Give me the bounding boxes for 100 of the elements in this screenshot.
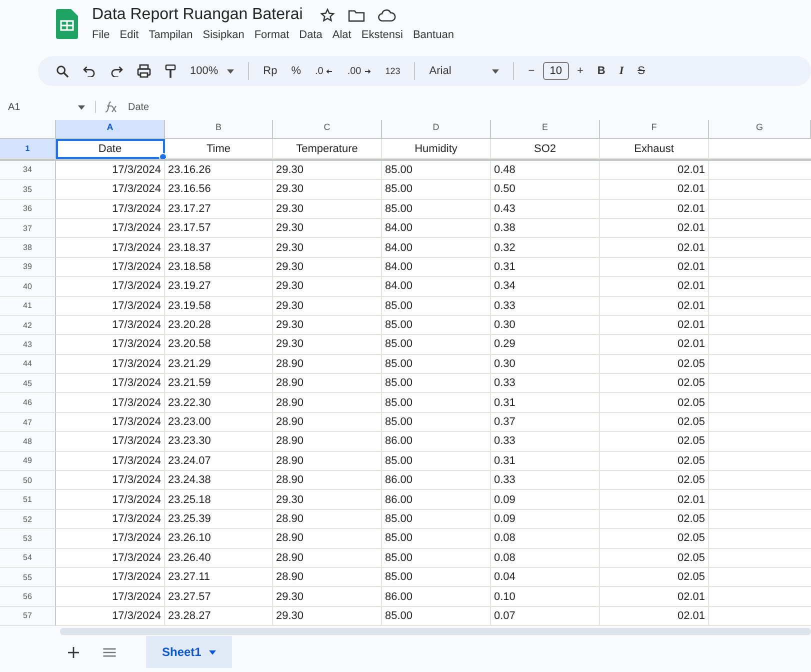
- table-cell[interactable]: SO2: [491, 139, 600, 159]
- table-cell: 02.01: [600, 277, 709, 297]
- row-header[interactable]: 53: [0, 529, 56, 549]
- italic-button[interactable]: I: [619, 65, 624, 77]
- row-header[interactable]: 55: [0, 568, 56, 588]
- spreadsheet-logo-icon[interactable]: [56, 9, 78, 39]
- table-cell: 28.90: [273, 354, 382, 374]
- sheet-tab[interactable]: Sheet1: [146, 636, 232, 668]
- row-header[interactable]: 37: [0, 218, 56, 238]
- column-header[interactable]: A: [56, 120, 165, 140]
- table-cell: 29.30: [273, 296, 382, 316]
- column-header[interactable]: D: [382, 120, 491, 140]
- table-cell: 0.32: [491, 238, 600, 258]
- decrease-decimal-button[interactable]: .0: [314, 66, 334, 76]
- table-cell: 23.17.27: [165, 200, 273, 219]
- table-cell: 84.00: [382, 218, 491, 238]
- search-icon[interactable]: [56, 64, 69, 78]
- menu-item[interactable]: Alat: [332, 29, 352, 41]
- menu-item[interactable]: Tampilan: [148, 29, 193, 41]
- caret-icon[interactable]: [78, 104, 85, 110]
- redo-icon[interactable]: [110, 66, 123, 76]
- table-cell: 85.00: [382, 606, 491, 626]
- increase-decimal-button[interactable]: .00: [347, 66, 372, 76]
- menu-item[interactable]: Sisipkan: [202, 29, 244, 41]
- row-header[interactable]: 46: [0, 393, 56, 413]
- table-cell[interactable]: Humidity: [382, 139, 491, 159]
- formula-field[interactable]: Date: [128, 102, 150, 112]
- table-cell[interactable]: Date: [56, 139, 165, 159]
- row-header[interactable]: 54: [0, 548, 56, 568]
- paint-format-icon[interactable]: [165, 64, 176, 78]
- row-header[interactable]: 38: [0, 238, 56, 258]
- row-header[interactable]: 44: [0, 354, 56, 374]
- column-header[interactable]: E: [491, 120, 600, 140]
- table-cell: 23.17.57: [165, 218, 273, 238]
- star-icon[interactable]: [320, 8, 335, 22]
- table-cell[interactable]: Exhaust: [600, 139, 709, 159]
- table-cell: 02.05: [600, 529, 709, 549]
- row-header[interactable]: 45: [0, 374, 56, 394]
- name-box[interactable]: A1: [8, 102, 78, 112]
- column-header[interactable]: F: [600, 120, 709, 140]
- currency-format-button[interactable]: Rp: [263, 65, 278, 77]
- row-header[interactable]: 36: [0, 200, 56, 219]
- table-cell: 0.50: [491, 180, 600, 200]
- increase-font-size-button[interactable]: +: [576, 65, 584, 77]
- row-header[interactable]: 56: [0, 587, 56, 607]
- row-header[interactable]: 1: [0, 139, 56, 159]
- decrease-font-size-button[interactable]: −: [528, 65, 535, 77]
- number-format-button[interactable]: 123: [385, 66, 400, 76]
- column-header[interactable]: B: [165, 120, 273, 140]
- row-header[interactable]: 34: [0, 160, 56, 180]
- row-header[interactable]: 42: [0, 316, 56, 336]
- table-cell: 02.05: [600, 354, 709, 374]
- menu-item[interactable]: Edit: [120, 29, 139, 41]
- row-header[interactable]: 52: [0, 510, 56, 530]
- table-cell: 02.05: [600, 393, 709, 413]
- font-dropdown[interactable]: Arial: [429, 65, 500, 77]
- table-cell: 0.29: [491, 335, 600, 355]
- undo-icon[interactable]: [83, 66, 96, 76]
- table-cell[interactable]: Temperature: [273, 139, 382, 159]
- menu-item[interactable]: Format: [254, 29, 290, 41]
- table-cell: 29.30: [273, 200, 382, 219]
- menu-item[interactable]: Bantuan: [412, 29, 454, 41]
- table-cell: 86.00: [382, 432, 491, 452]
- row-header[interactable]: 49: [0, 452, 56, 472]
- table-cell: 0.31: [491, 452, 600, 472]
- bold-button[interactable]: B: [597, 65, 606, 77]
- table-cell: 0.34: [491, 277, 600, 297]
- row-header[interactable]: 50: [0, 471, 56, 490]
- table-cell: 02.05: [600, 452, 709, 472]
- table-cell[interactable]: Time: [165, 139, 273, 159]
- table-cell: 0.30: [491, 316, 600, 336]
- table-cell: 02.01: [600, 587, 709, 607]
- percent-format-button[interactable]: %: [291, 65, 301, 77]
- row-header[interactable]: 39: [0, 258, 56, 278]
- print-icon[interactable]: [137, 64, 151, 78]
- row-header[interactable]: 57: [0, 606, 56, 626]
- table-cell: 23.21.59: [165, 374, 273, 394]
- table-cell: 0.09: [491, 490, 600, 510]
- row-header[interactable]: 51: [0, 490, 56, 510]
- table-cell: 17/3/2024: [56, 218, 165, 238]
- strikethrough-button[interactable]: S: [638, 65, 645, 77]
- column-header[interactable]: C: [273, 120, 382, 140]
- horizontal-scrollbar[interactable]: [60, 628, 811, 636]
- row-header[interactable]: 47: [0, 412, 56, 432]
- column-header[interactable]: G: [709, 120, 811, 140]
- menu-item[interactable]: Data: [299, 29, 322, 41]
- menu-item[interactable]: Ekstensi: [361, 29, 403, 41]
- table-cell: 0.04: [491, 568, 600, 588]
- document-title[interactable]: Data Report Ruangan Baterai: [92, 6, 303, 24]
- cloud-icon[interactable]: [378, 8, 396, 22]
- row-header[interactable]: 35: [0, 180, 56, 200]
- row-header[interactable]: 41: [0, 296, 56, 316]
- font-size-field[interactable]: 10: [542, 62, 569, 80]
- row-header[interactable]: 40: [0, 277, 56, 297]
- menu-item[interactable]: File: [92, 29, 110, 41]
- row-header[interactable]: 48: [0, 432, 56, 452]
- zoom-dropdown[interactable]: 100%: [190, 65, 234, 77]
- table-cell: 85.00: [382, 529, 491, 549]
- folder-icon[interactable]: [348, 8, 365, 22]
- row-header[interactable]: 43: [0, 335, 56, 355]
